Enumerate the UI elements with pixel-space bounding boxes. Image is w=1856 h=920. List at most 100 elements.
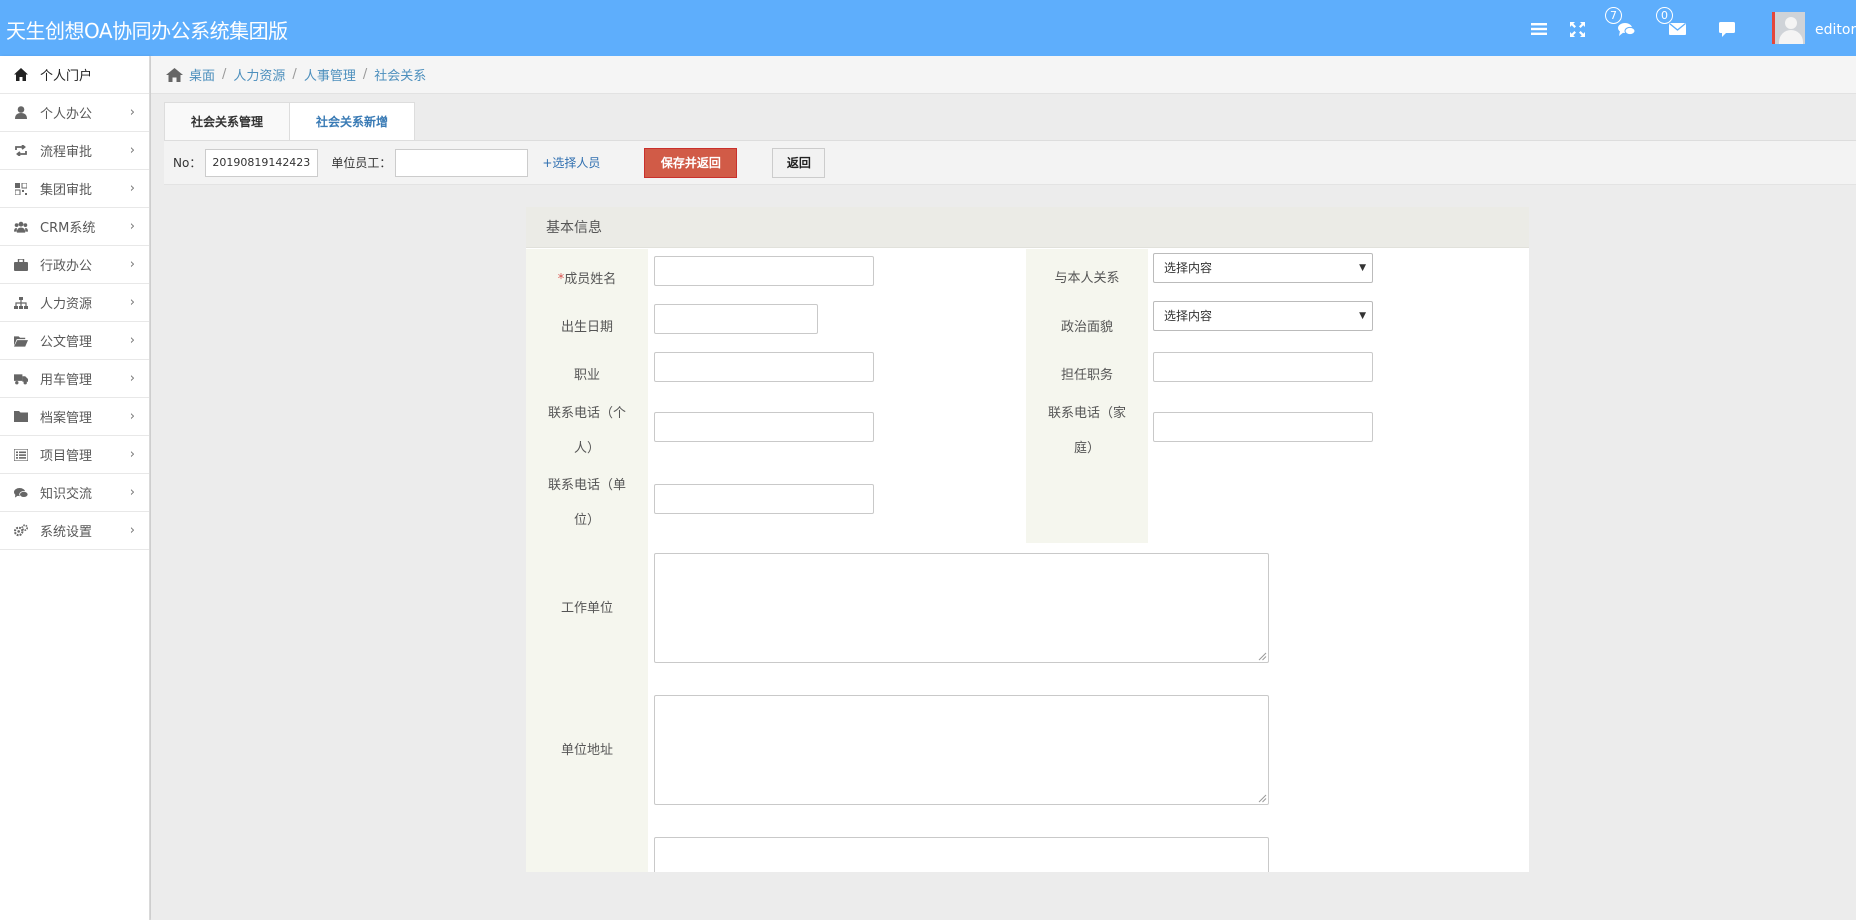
breadcrumb-hr[interactable]: 人力资源 xyxy=(233,65,285,84)
address-textarea[interactable] xyxy=(654,695,1269,805)
select-person-link[interactable]: +选择人员 xyxy=(542,154,600,171)
member-name-input[interactable] xyxy=(654,256,874,286)
chevron-right-icon: › xyxy=(129,523,135,538)
chevron-right-icon: › xyxy=(129,257,135,272)
chevron-right-icon: › xyxy=(129,295,135,310)
tab-relations-management[interactable]: 社会关系管理 xyxy=(164,102,291,140)
sitemap-icon xyxy=(14,296,28,310)
qrcode-icon xyxy=(14,182,28,196)
home-phone-input[interactable] xyxy=(1153,412,1373,442)
sidebar-item-documents[interactable]: 公文管理 › xyxy=(0,322,149,360)
position-label: 担任职务 xyxy=(1060,368,1113,383)
relation-select[interactable]: 选择内容 ▼ xyxy=(1153,253,1373,283)
workplace-textarea[interactable] xyxy=(654,553,1269,663)
sidebar-item-label: 流程审批 xyxy=(40,145,93,160)
app-title[interactable]: 天生创想OA协同办公系统集团版 xyxy=(6,15,288,44)
breadcrumb-desktop[interactable]: 桌面 xyxy=(189,65,215,84)
chevron-right-icon: › xyxy=(129,105,135,120)
main-content: 社会关系管理 社会关系新增 No： 20190819142423 单位员工： +… xyxy=(151,94,1856,920)
personal-phone-label: 联系电话（个 人） xyxy=(547,406,626,456)
sidebar-item-label: 行政办公 xyxy=(40,259,93,274)
chevron-right-icon: › xyxy=(129,447,135,462)
sidebar-item-hr[interactable]: 人力资源 › xyxy=(0,284,149,322)
home-icon xyxy=(14,68,28,82)
section-title: 基本信息 xyxy=(526,207,1529,248)
no-input[interactable]: 20190819142423 xyxy=(205,148,319,177)
folder-open-icon xyxy=(14,334,28,348)
form-toolbar: No： 20190819142423 单位员工： +选择人员 保存并返回 返回 xyxy=(164,140,1856,185)
occupation-label: 职业 xyxy=(573,368,600,383)
user-avatar[interactable] xyxy=(1772,12,1805,44)
breadcrumb-separator: / xyxy=(292,67,297,82)
resize-grip-icon[interactable] xyxy=(1258,652,1267,661)
birth-date-input[interactable] xyxy=(654,304,818,334)
caret-down-icon: ▼ xyxy=(1359,311,1366,321)
breadcrumb: 桌面 / 人力资源 / 人事管理 / 社会关系 xyxy=(151,56,1856,94)
chevron-right-icon: › xyxy=(129,219,135,234)
sidebar-item-label: 项目管理 xyxy=(40,449,93,464)
chevron-right-icon: › xyxy=(129,333,135,348)
address-label: 单位地址 xyxy=(560,743,613,758)
sidebar: 个人门户 个人办公 › 流程审批 › 集团审批 › CRM系统 › 行政办公 › xyxy=(0,56,150,920)
workplace-label: 工作单位 xyxy=(560,601,613,616)
sidebar-item-label: 公文管理 xyxy=(40,335,93,350)
sidebar-item-personal-office[interactable]: 个人办公 › xyxy=(0,94,149,132)
sidebar-item-label: 系统设置 xyxy=(40,525,93,540)
work-phone-label: 联系电话（单 位） xyxy=(547,478,626,528)
sidebar-item-label: 个人办公 xyxy=(40,107,93,122)
sidebar-item-settings[interactable]: 系统设置 › xyxy=(0,512,149,550)
sidebar-item-vehicles[interactable]: 用车管理 › xyxy=(0,360,149,398)
chat-icon[interactable] xyxy=(1716,18,1738,40)
breadcrumb-personnel[interactable]: 人事管理 xyxy=(304,65,356,84)
personal-phone-input[interactable] xyxy=(654,412,874,442)
sidebar-item-label: 个人门户 xyxy=(40,69,93,84)
sidebar-item-personal-portal[interactable]: 个人门户 xyxy=(0,56,149,94)
save-and-return-button[interactable]: 保存并返回 xyxy=(644,147,738,178)
sidebar-item-crm[interactable]: CRM系统 › xyxy=(0,208,149,246)
tab-relations-add[interactable]: 社会关系新增 xyxy=(290,102,416,140)
political-status-label: 政治面貌 xyxy=(1060,320,1113,335)
cogs-icon xyxy=(14,524,28,538)
sidebar-item-admin-office[interactable]: 行政办公 › xyxy=(0,246,149,284)
breadcrumb-separator: / xyxy=(362,67,368,82)
comments-icon xyxy=(14,486,28,500)
sidebar-item-projects[interactable]: 项目管理 › xyxy=(0,436,149,474)
occupation-input[interactable] xyxy=(654,352,874,382)
chevron-right-icon: › xyxy=(129,485,135,500)
sidebar-item-label: 用车管理 xyxy=(40,373,93,388)
sidebar-item-group-approval[interactable]: 集团审批 › xyxy=(0,170,149,208)
briefcase-icon xyxy=(14,258,28,272)
breadcrumb-separator: / xyxy=(222,67,227,82)
political-status-select[interactable]: 选择内容 ▼ xyxy=(1153,301,1373,331)
username[interactable]: editor xyxy=(1815,22,1856,38)
top-navbar: 天生创想OA协同办公系统集团版 7 0 editor xyxy=(0,0,1856,56)
fullscreen-icon[interactable] xyxy=(1566,18,1588,40)
employee-input[interactable] xyxy=(395,148,529,177)
resize-grip-icon[interactable] xyxy=(1258,794,1267,803)
home-icon[interactable] xyxy=(166,67,183,82)
employee-label: 单位员工： xyxy=(331,156,392,170)
notes-textarea[interactable] xyxy=(654,837,1269,872)
sidebar-item-label: 档案管理 xyxy=(40,411,93,426)
work-phone-input[interactable] xyxy=(654,484,874,514)
menu-toggle-icon[interactable] xyxy=(1528,18,1550,40)
chevron-right-icon: › xyxy=(129,409,135,424)
sidebar-item-label: 集团审批 xyxy=(40,183,93,198)
sidebar-item-workflow[interactable]: 流程审批 › xyxy=(0,132,149,170)
no-label: No： xyxy=(173,156,202,170)
envelope-icon[interactable] xyxy=(1666,18,1688,40)
sidebar-item-knowledge[interactable]: 知识交流 › xyxy=(0,474,149,512)
comments-icon[interactable] xyxy=(1616,18,1638,40)
truck-icon xyxy=(14,372,28,386)
chevron-right-icon: › xyxy=(129,181,135,196)
group-icon xyxy=(14,220,28,234)
back-button[interactable]: 返回 xyxy=(772,147,826,178)
retweet-icon xyxy=(14,144,28,158)
breadcrumb-social-relations[interactable]: 社会关系 xyxy=(374,65,426,84)
sidebar-item-archives[interactable]: 档案管理 › xyxy=(0,398,149,436)
chevron-right-icon: › xyxy=(129,371,135,386)
position-input[interactable] xyxy=(1153,352,1373,382)
chevron-right-icon: › xyxy=(129,143,135,158)
member-name-label: *成员姓名 xyxy=(557,272,617,287)
sidebar-item-label: 知识交流 xyxy=(40,487,93,502)
